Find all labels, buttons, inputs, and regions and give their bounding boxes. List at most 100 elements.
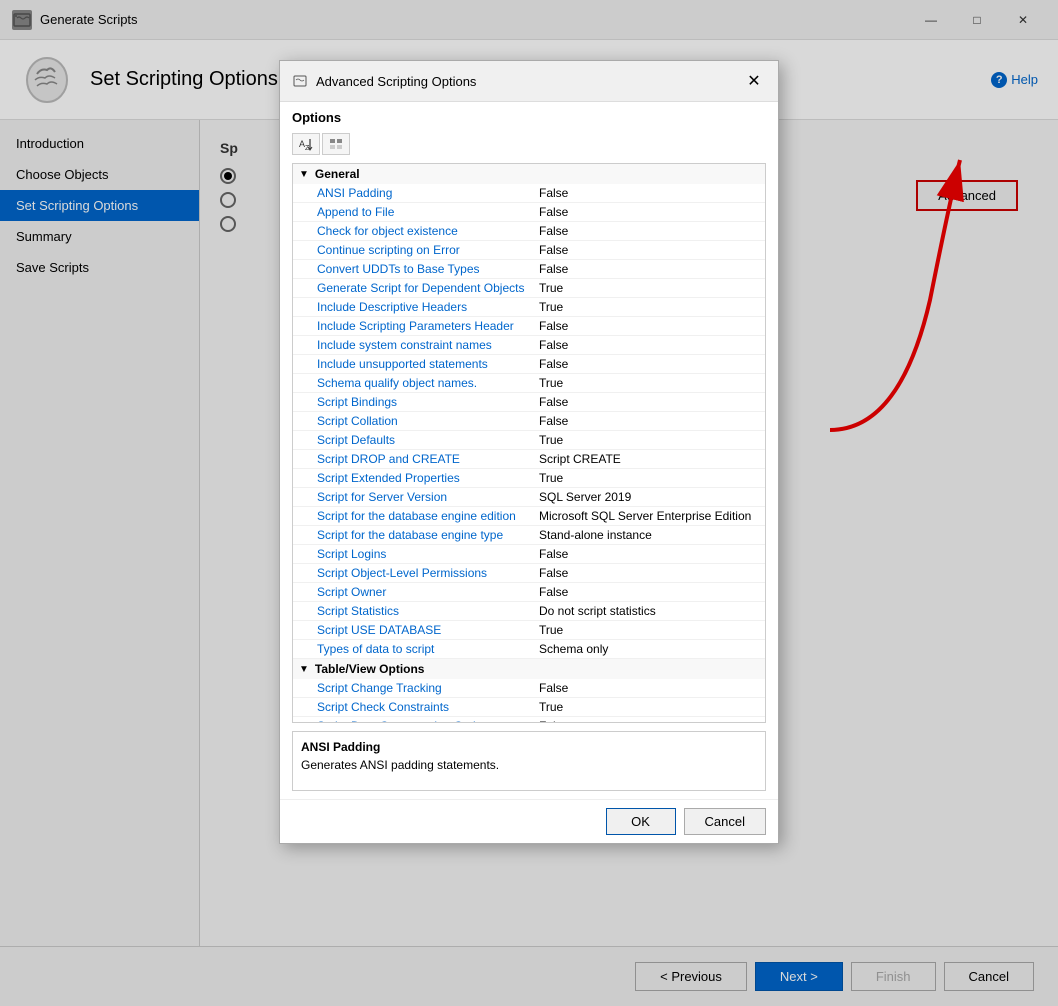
- option-name: Script Statistics: [317, 604, 539, 618]
- dialog-titlebar: Advanced Scripting Options ✕: [280, 61, 778, 102]
- dialog-close-button[interactable]: ✕: [742, 69, 766, 93]
- option-row[interactable]: Script for the database engine typeStand…: [293, 526, 765, 545]
- option-name: Generate Script for Dependent Objects: [317, 281, 539, 295]
- option-value: False: [539, 338, 759, 352]
- option-value: Do not script statistics: [539, 604, 759, 618]
- option-name: Script for Server Version: [317, 490, 539, 504]
- option-name: Script Defaults: [317, 433, 539, 447]
- option-value: False: [539, 205, 759, 219]
- option-value: False: [539, 395, 759, 409]
- option-value: False: [539, 566, 759, 580]
- option-name: Script USE DATABASE: [317, 623, 539, 637]
- option-row[interactable]: Script for the database engine editionMi…: [293, 507, 765, 526]
- option-row[interactable]: Script Check ConstraintsTrue: [293, 698, 765, 717]
- modal-overlay: Advanced Scripting Options ✕ Options A Z: [0, 0, 1058, 1006]
- option-row[interactable]: Script OwnerFalse: [293, 583, 765, 602]
- ok-button[interactable]: OK: [606, 808, 676, 835]
- dialog-icon: [292, 73, 308, 89]
- option-row[interactable]: Script CollationFalse: [293, 412, 765, 431]
- option-value: True: [539, 471, 759, 485]
- option-value: Schema only: [539, 642, 759, 656]
- option-name: Include system constraint names: [317, 338, 539, 352]
- option-row[interactable]: Script BindingsFalse: [293, 393, 765, 412]
- option-value: False: [539, 224, 759, 238]
- option-name: Check for object existence: [317, 224, 539, 238]
- option-row[interactable]: Script USE DATABASETrue: [293, 621, 765, 640]
- option-row[interactable]: Include system constraint namesFalse: [293, 336, 765, 355]
- option-value: True: [539, 433, 759, 447]
- general-label: General: [315, 167, 360, 181]
- option-name: Include unsupported statements: [317, 357, 539, 371]
- option-row[interactable]: Types of data to scriptSchema only: [293, 640, 765, 659]
- option-name: Script DROP and CREATE: [317, 452, 539, 466]
- option-row[interactable]: Script for Server VersionSQL Server 2019: [293, 488, 765, 507]
- option-name: Include Descriptive Headers: [317, 300, 539, 314]
- option-value: False: [539, 414, 759, 428]
- option-row[interactable]: Script Change TrackingFalse: [293, 679, 765, 698]
- option-row[interactable]: Schema qualify object names.True: [293, 374, 765, 393]
- option-value: True: [539, 376, 759, 390]
- general-toggle[interactable]: ▼: [299, 169, 309, 180]
- section-tableview-header[interactable]: ▼ Table/View Options: [293, 659, 765, 679]
- dialog-footer: OK Cancel: [280, 799, 778, 843]
- general-options: ANSI PaddingFalseAppend to FileFalseChec…: [293, 184, 765, 659]
- description-title: ANSI Padding: [301, 740, 757, 754]
- options-label: Options: [292, 110, 766, 125]
- option-name: Include Scripting Parameters Header: [317, 319, 539, 333]
- advanced-scripting-options-dialog: Advanced Scripting Options ✕ Options A Z: [279, 60, 779, 844]
- option-name: Script Logins: [317, 547, 539, 561]
- option-name: Script Change Tracking: [317, 681, 539, 695]
- option-name: Script for the database engine type: [317, 528, 539, 542]
- option-row[interactable]: Script LoginsFalse: [293, 545, 765, 564]
- option-value: True: [539, 700, 759, 714]
- option-value: False: [539, 186, 759, 200]
- option-row[interactable]: Script StatisticsDo not script statistic…: [293, 602, 765, 621]
- option-name: Script Bindings: [317, 395, 539, 409]
- option-name: Script Check Constraints: [317, 700, 539, 714]
- toolbar-icons: A Z: [292, 133, 766, 155]
- option-value: False: [539, 319, 759, 333]
- option-row[interactable]: ANSI PaddingFalse: [293, 184, 765, 203]
- option-row[interactable]: Include unsupported statementsFalse: [293, 355, 765, 374]
- option-value: True: [539, 300, 759, 314]
- option-value: Microsoft SQL Server Enterprise Edition: [539, 509, 759, 523]
- option-row[interactable]: Script Object-Level PermissionsFalse: [293, 564, 765, 583]
- tableview-toggle[interactable]: ▼: [299, 664, 309, 675]
- option-row[interactable]: Append to FileFalse: [293, 203, 765, 222]
- category-button[interactable]: [322, 133, 350, 155]
- option-row[interactable]: Check for object existenceFalse: [293, 222, 765, 241]
- option-row[interactable]: Continue scripting on ErrorFalse: [293, 241, 765, 260]
- option-row[interactable]: Script Extended PropertiesTrue: [293, 469, 765, 488]
- option-value: False: [539, 719, 759, 723]
- option-name: Continue scripting on Error: [317, 243, 539, 257]
- option-row[interactable]: Include Scripting Parameters HeaderFalse: [293, 317, 765, 336]
- option-name: Append to File: [317, 205, 539, 219]
- sort-az-button[interactable]: A Z: [292, 133, 320, 155]
- option-name: Script Object-Level Permissions: [317, 566, 539, 580]
- description-text: Generates ANSI padding statements.: [301, 758, 757, 772]
- option-value: True: [539, 281, 759, 295]
- option-value: SQL Server 2019: [539, 490, 759, 504]
- option-name: Types of data to script: [317, 642, 539, 656]
- option-value: False: [539, 585, 759, 599]
- option-name: ANSI Padding: [317, 186, 539, 200]
- option-name: Script Data Compression Options: [317, 719, 539, 723]
- option-row[interactable]: Generate Script for Dependent ObjectsTru…: [293, 279, 765, 298]
- option-name: Script for the database engine edition: [317, 509, 539, 523]
- section-general-header[interactable]: ▼ General: [293, 164, 765, 184]
- option-row[interactable]: Script DefaultsTrue: [293, 431, 765, 450]
- options-table[interactable]: ▼ General ANSI PaddingFalseAppend to Fil…: [292, 163, 766, 723]
- option-value: False: [539, 262, 759, 276]
- option-row[interactable]: Script DROP and CREATEScript CREATE: [293, 450, 765, 469]
- option-row[interactable]: Convert UDDTs to Base TypesFalse: [293, 260, 765, 279]
- description-area: ANSI Padding Generates ANSI padding stat…: [292, 731, 766, 791]
- option-value: False: [539, 547, 759, 561]
- option-name: Script Owner: [317, 585, 539, 599]
- dialog-cancel-button[interactable]: Cancel: [684, 808, 766, 835]
- option-name: Convert UDDTs to Base Types: [317, 262, 539, 276]
- tableview-options: Script Change TrackingFalseScript Check …: [293, 679, 765, 723]
- option-name: Script Collation: [317, 414, 539, 428]
- option-row[interactable]: Script Data Compression OptionsFalse: [293, 717, 765, 723]
- option-value: False: [539, 357, 759, 371]
- option-row[interactable]: Include Descriptive HeadersTrue: [293, 298, 765, 317]
